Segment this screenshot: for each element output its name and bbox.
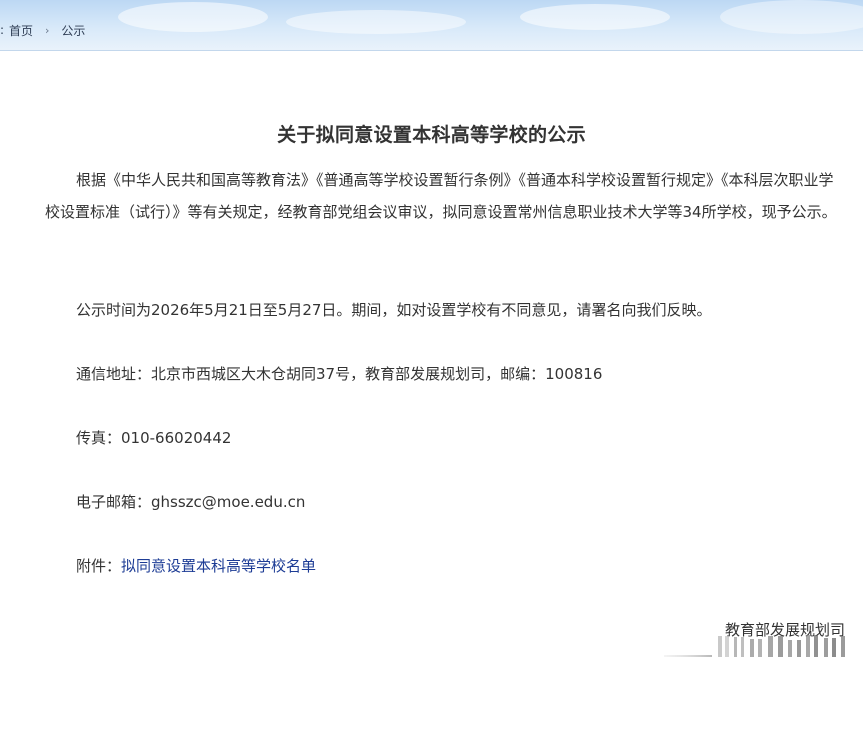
breadcrumb: : 首页 › 公示	[0, 21, 85, 39]
attachment-line: 附件：拟同意设置本科高等学校名单	[76, 555, 316, 577]
fax-value: 010-66020442	[121, 429, 232, 447]
cloud-decoration	[520, 4, 670, 30]
intro-paragraph: 根据《中华人民共和国高等教育法》《普通高等学校设置暂行条例》《普通本科学校设置暂…	[45, 171, 837, 221]
article-content: 关于拟同意设置本科高等学校的公示 根据《中华人民共和国高等教育法》《普通高等学校…	[0, 50, 863, 730]
email-value: ghsszc@moe.edu.cn	[151, 493, 306, 511]
address-value: 北京市西城区大木仓胡同37号，教育部发展规划司，邮编：100816	[151, 365, 603, 383]
address-label: 通信地址：	[76, 365, 152, 383]
breadcrumb-prefix: :	[0, 23, 5, 37]
breadcrumb-home-link[interactable]: 首页	[9, 22, 33, 39]
fax-label: 传真：	[76, 429, 122, 447]
address-line: 通信地址：北京市西城区大木仓胡同37号，教育部发展规划司，邮编：100816	[76, 363, 602, 385]
cloud-decoration	[118, 2, 268, 32]
page-title: 关于拟同意设置本科高等学校的公示	[277, 123, 586, 146]
publicity-period: 公示时间为2026年5月21日至5月27日。期间，如对设置学校有不同意见，请署名…	[76, 301, 712, 319]
email-label: 电子邮箱：	[76, 493, 152, 511]
fax-line: 传真：010-66020442	[76, 427, 231, 449]
attachment-link[interactable]: 拟同意设置本科高等学校名单	[121, 557, 316, 575]
cloud-decoration	[720, 0, 863, 34]
chevron-right-icon: ›	[45, 23, 50, 37]
cloud-decoration	[286, 10, 466, 34]
attachment-label: 附件：	[76, 557, 122, 575]
breadcrumb-current-link[interactable]: 公示	[61, 22, 85, 39]
watermark-graphic	[664, 635, 845, 657]
header-banner: : 首页 › 公示	[0, 0, 863, 51]
email-line: 电子邮箱：ghsszc@moe.edu.cn	[76, 491, 305, 513]
